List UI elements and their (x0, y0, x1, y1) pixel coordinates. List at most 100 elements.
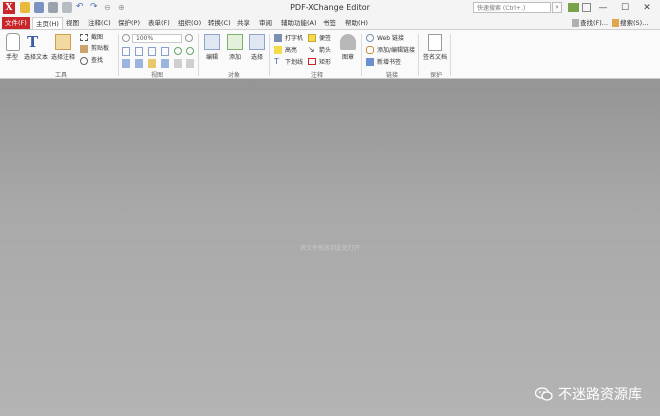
fit-visible-icon[interactable] (161, 47, 169, 56)
snapshot-label[interactable]: 截图 (91, 34, 103, 41)
split-icon[interactable] (161, 59, 169, 68)
typewriter-icon[interactable] (274, 34, 282, 42)
zoom-in-icon[interactable] (185, 34, 193, 42)
new-bookmark-icon[interactable] (366, 58, 374, 66)
tab-file[interactable]: 文件(F) (2, 17, 30, 29)
tab-form[interactable]: 表单(F) (145, 17, 173, 29)
tab-accessibility[interactable]: 辅助功能(A) (278, 17, 320, 29)
app-logo-icon[interactable]: X (3, 2, 15, 14)
maximize-button[interactable]: ☐ (614, 1, 636, 15)
scan-icon[interactable] (62, 2, 72, 13)
last-page-icon[interactable] (186, 59, 194, 68)
close-button[interactable]: ✕ (636, 1, 658, 15)
underline-label[interactable]: 下划线 (285, 59, 303, 66)
minimize-button[interactable]: — (592, 1, 614, 15)
clipboard-label[interactable]: 剪贴板 (91, 45, 109, 52)
quick-search-button[interactable]: › (552, 2, 562, 13)
fit-width-icon[interactable] (135, 47, 143, 56)
quick-search-input[interactable]: 快速搜索 (Ctrl+.) (473, 2, 551, 13)
group-separator (118, 34, 119, 76)
find-tool-label[interactable]: 查找 (91, 57, 103, 64)
find-button[interactable]: 查找(F)... (580, 18, 608, 28)
edit-icon[interactable] (204, 34, 220, 50)
actual-size-icon[interactable] (148, 47, 156, 56)
rectangle-label[interactable]: 矩形 (319, 59, 331, 66)
zoom-out-icon[interactable] (122, 34, 130, 42)
find-tool-icon[interactable] (80, 57, 88, 65)
edit-label[interactable]: 编辑 (206, 54, 218, 61)
group-separator (198, 34, 199, 76)
first-page-icon[interactable] (174, 59, 182, 68)
zoom-level-select[interactable]: 100% (132, 34, 182, 43)
tab-view[interactable]: 视图 (63, 17, 82, 29)
save-icon[interactable] (34, 2, 44, 13)
stamp-label[interactable]: 图章 (342, 54, 354, 61)
sign-document-label[interactable]: 签名文档 (423, 54, 447, 61)
select-annotation-label[interactable]: 选择注释 (51, 54, 75, 61)
select-annotation-icon[interactable] (55, 34, 71, 50)
new-bookmark-label[interactable]: 新增书签 (377, 59, 401, 66)
select-object-label[interactable]: 选择 (251, 54, 263, 61)
group-separator (450, 34, 451, 76)
open-folder-icon[interactable] (20, 2, 30, 13)
tab-review[interactable]: 审阅 (256, 17, 275, 29)
stamp-icon[interactable] (340, 34, 356, 50)
sign-document-icon[interactable] (428, 34, 442, 51)
rotate-right-icon[interactable] (186, 47, 194, 55)
highlight-icon[interactable] (274, 46, 282, 54)
undo-icon[interactable]: ↶ (76, 2, 86, 13)
snapshot-icon[interactable] (80, 34, 88, 41)
layout-icon[interactable] (582, 3, 591, 12)
watermark: 不迷路资源库 (535, 384, 642, 404)
typewriter-label[interactable]: 打字机 (285, 35, 303, 42)
title-bar: X ↶ ↷ ⊖ ⊕ PDF-XChange Editor 快速搜索 (Ctrl+… (0, 0, 660, 17)
search-button[interactable]: 搜索(S)... (620, 18, 648, 28)
highlight-label[interactable]: 高亮 (285, 47, 297, 54)
select-object-icon[interactable] (249, 34, 265, 50)
tab-organize[interactable]: 组织(O) (175, 17, 204, 29)
redo-icon[interactable]: ↷ (90, 2, 100, 13)
group-separator (361, 34, 362, 76)
add-icon[interactable] (227, 34, 243, 50)
ui-options-icon[interactable] (568, 3, 579, 12)
web-links-icon[interactable] (366, 34, 374, 42)
tab-comment[interactable]: 注释(C) (85, 17, 114, 29)
rectangle-icon[interactable] (308, 58, 316, 65)
quick-access-toolbar: ↶ ↷ ⊖ ⊕ (20, 2, 128, 14)
tab-convert[interactable]: 转换(C) (205, 17, 234, 29)
web-links-label[interactable]: Web 链接 (377, 35, 404, 42)
group-label-objects: 对象 (228, 72, 241, 79)
select-text-label[interactable]: 选择文本 (24, 54, 48, 61)
ribbon-home: 手型 T 选择文本 选择注释 截图 剪贴板 查找 工具 100% 视图 编辑 添… (0, 29, 660, 79)
tab-bookmarks[interactable]: 书签 (320, 17, 339, 29)
tab-protect[interactable]: 保护(P) (115, 17, 143, 29)
facing-icon[interactable] (148, 59, 156, 68)
tab-share[interactable]: 共享 (234, 17, 253, 29)
arrow-label[interactable]: 箭头 (319, 47, 331, 54)
add-edit-link-label[interactable]: 添加/编辑链接 (377, 47, 415, 54)
clipboard-icon[interactable] (80, 45, 88, 53)
group-separator (418, 34, 419, 76)
add-label[interactable]: 添加 (229, 54, 241, 61)
forward-icon[interactable]: ⊕ (118, 2, 128, 13)
ribbon-tab-bar: 文件(F) 主页(H) 视图 注释(C) 保护(P) 表单(F) 组织(O) 转… (0, 16, 660, 30)
back-icon[interactable]: ⊖ (104, 2, 114, 13)
search-icon (612, 19, 619, 27)
wechat-icon (535, 387, 553, 401)
single-page-icon[interactable] (122, 59, 130, 68)
rotate-left-icon[interactable] (174, 47, 182, 55)
arrow-icon[interactable]: ↘ (308, 46, 316, 54)
continuous-icon[interactable] (135, 59, 143, 68)
hand-tool-label[interactable]: 手型 (6, 54, 18, 61)
document-workspace[interactable]: 将文件拖放到此处打开 不迷路资源库 (0, 79, 660, 416)
sticky-note-label[interactable]: 便签 (319, 35, 331, 42)
tab-help[interactable]: 帮助(H) (342, 17, 371, 29)
fit-page-icon[interactable] (122, 47, 130, 56)
watermark-text: 不迷路资源库 (558, 387, 642, 403)
select-text-icon[interactable]: T (27, 34, 43, 50)
add-edit-link-icon[interactable] (366, 46, 374, 54)
underline-icon[interactable]: T (274, 58, 282, 66)
hand-tool-icon[interactable] (6, 33, 20, 51)
sticky-note-icon[interactable] (308, 34, 316, 42)
print-icon[interactable] (48, 2, 58, 13)
